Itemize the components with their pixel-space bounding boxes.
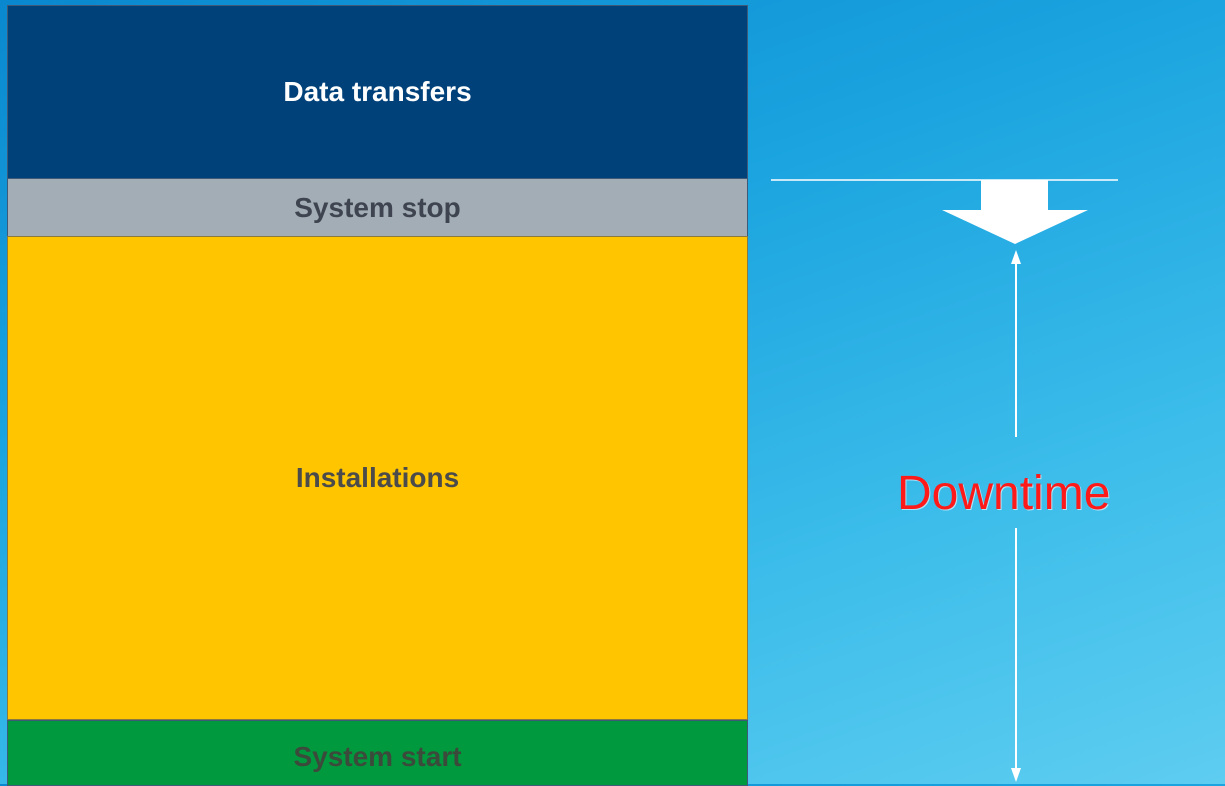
downtime-indicator xyxy=(771,179,1118,782)
arrow-up-icon xyxy=(1011,250,1021,264)
big-down-arrow-icon xyxy=(942,180,1088,244)
downtime-label: Downtime xyxy=(897,467,1111,520)
arrow-down-icon xyxy=(1011,768,1021,782)
